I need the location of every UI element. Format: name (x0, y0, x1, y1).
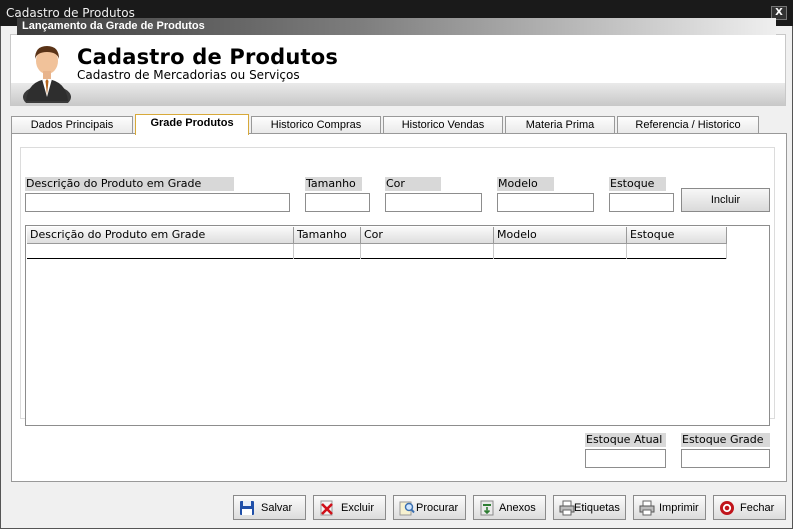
tab-historico-vendas[interactable]: Historico Vendas (383, 116, 503, 134)
excluir-button[interactable]: Excluir (313, 495, 386, 520)
column-header-descricao[interactable]: Descrição do Produto em Grade (27, 227, 294, 244)
salvar-button[interactable]: Salvar (233, 495, 306, 520)
close-circle-icon (720, 501, 734, 515)
tamanho-input[interactable] (305, 193, 370, 212)
table-cell[interactable] (294, 244, 361, 259)
tab-materia-prima[interactable]: Materia Prima (505, 116, 615, 134)
descricao-label: Descrição do Produto em Grade (25, 177, 234, 191)
estoque-label: Estoque (609, 177, 666, 191)
imprimir-label: Imprimir (659, 502, 699, 514)
table-cell[interactable] (494, 244, 627, 259)
excluir-label: Excluir (341, 502, 375, 514)
attachment-icon (480, 500, 494, 516)
estoque-atual-input[interactable] (585, 449, 666, 468)
tab-historico-compras[interactable]: Historico Compras (251, 116, 381, 134)
cor-input[interactable] (385, 193, 482, 212)
page-subtitle: Cadastro de Mercadorias ou Serviços (77, 68, 300, 82)
fechar-label: Fechar (740, 502, 775, 514)
column-header-estoque[interactable]: Estoque (627, 227, 727, 244)
tab-bar: Dados Principais Grade Produtos Historic… (11, 114, 771, 135)
page-header: Cadastro de Produtos Cadastro de Mercado… (10, 34, 786, 106)
section-title: Lançamento da Grade de Produtos (17, 18, 776, 35)
etiquetas-label: Etiquetas (574, 502, 620, 514)
printer-icon (559, 500, 575, 516)
table-cell[interactable] (361, 244, 494, 259)
anexos-button[interactable]: Anexos (473, 495, 546, 520)
procurar-label: Procurar (416, 502, 459, 514)
estoque-atual-label: Estoque Atual (585, 433, 666, 447)
etiquetas-button[interactable]: Etiquetas (553, 495, 626, 520)
modelo-label: Modelo (497, 177, 554, 191)
fechar-button[interactable]: Fechar (713, 495, 786, 520)
column-header-cor[interactable]: Cor (361, 227, 494, 244)
header-bar (11, 83, 785, 105)
estoque-input[interactable] (609, 193, 674, 212)
anexos-label: Anexos (499, 502, 536, 514)
user-avatar-icon (23, 46, 71, 103)
descricao-input[interactable] (25, 193, 290, 212)
tab-grade-produtos[interactable]: Grade Produtos (135, 114, 249, 135)
procurar-button[interactable]: Procurar (393, 495, 466, 520)
imprimir-button[interactable]: Imprimir (633, 495, 706, 520)
incluir-button[interactable]: Incluir (681, 188, 770, 212)
tab-dados-principais[interactable]: Dados Principais (11, 116, 133, 134)
page-title: Cadastro de Produtos (77, 45, 339, 69)
table-row[interactable] (27, 244, 727, 259)
tamanho-label: Tamanho (305, 177, 362, 191)
column-header-tamanho[interactable]: Tamanho (294, 227, 361, 244)
estoque-grade-label: Estoque Grade (681, 433, 770, 447)
grade-table[interactable]: Descrição do Produto em Grade Tamanho Co… (25, 225, 770, 426)
tab-referencia-historico[interactable]: Referencia / Historico (617, 116, 759, 134)
modelo-input[interactable] (497, 193, 594, 212)
floppy-disk-icon (240, 501, 254, 515)
column-header-modelo[interactable]: Modelo (494, 227, 627, 244)
salvar-label: Salvar (261, 502, 293, 514)
table-cell[interactable] (627, 244, 727, 259)
delete-x-icon (320, 500, 333, 516)
search-icon (399, 501, 415, 516)
printer-icon (639, 500, 655, 516)
table-cell[interactable] (27, 244, 294, 259)
cor-label: Cor (385, 177, 441, 191)
estoque-grade-input[interactable] (681, 449, 770, 468)
